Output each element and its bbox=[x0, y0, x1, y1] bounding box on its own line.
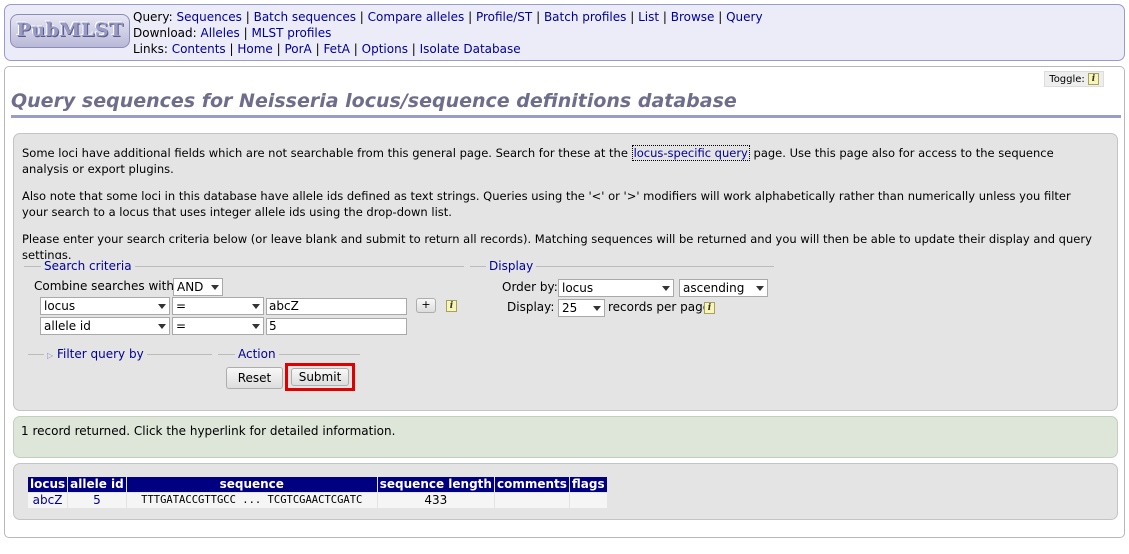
results-table: locus allele id sequence sequence length… bbox=[27, 476, 608, 509]
nav-profile-st[interactable]: Profile/ST bbox=[476, 10, 532, 24]
locus-link[interactable]: abcZ bbox=[28, 493, 68, 508]
links-label: Links: bbox=[133, 42, 168, 56]
info-icon[interactable]: i bbox=[704, 302, 715, 314]
allele-id-link[interactable]: 5 bbox=[68, 493, 126, 508]
info-icon[interactable]: i bbox=[1088, 73, 1099, 85]
action-fieldset: Action bbox=[218, 347, 360, 361]
display-fieldset: Display bbox=[470, 259, 774, 273]
intro-paragraph-1: Some loci have additional fields which a… bbox=[22, 145, 1097, 177]
column-header-comments[interactable]: comments bbox=[494, 477, 569, 492]
link-options[interactable]: Options bbox=[362, 42, 408, 56]
field-value-2: allele id bbox=[44, 319, 91, 333]
toggle-help[interactable]: Toggle: i bbox=[1044, 71, 1104, 87]
value-input-2[interactable]: 5 bbox=[266, 318, 407, 335]
triangle-right-icon: ▷ bbox=[47, 351, 54, 360]
combine-select[interactable]: AND bbox=[173, 278, 223, 296]
chevron-down-icon bbox=[158, 324, 166, 329]
order-direction-value: ascending bbox=[683, 281, 745, 295]
page-title: Query sequences for Neisseria locus/sequ… bbox=[11, 90, 1121, 118]
chevron-down-icon bbox=[158, 304, 166, 309]
links-line: Links: Contents | Home | PorA | FetA | O… bbox=[133, 42, 521, 56]
action-legend: Action bbox=[235, 347, 279, 361]
value-input-1[interactable]: abcZ bbox=[266, 298, 407, 315]
submit-button[interactable]: Submit bbox=[291, 368, 349, 386]
query-form-panel: Some loci have additional fields which a… bbox=[13, 133, 1118, 411]
link-contents[interactable]: Contents bbox=[172, 42, 226, 56]
query-links-line: Query: Sequences | Batch sequences | Com… bbox=[133, 10, 763, 24]
combine-label: Combine searches with: bbox=[34, 279, 178, 293]
result-message-panel: 1 record returned. Click the hyperlink f… bbox=[13, 416, 1118, 458]
query-label: Query: bbox=[133, 10, 173, 24]
field-select-2[interactable]: allele id bbox=[40, 317, 170, 335]
operator-value-2: = bbox=[176, 319, 187, 333]
chevron-down-icon bbox=[662, 286, 670, 291]
combine-value: AND bbox=[177, 280, 204, 294]
reset-button[interactable]: Reset bbox=[226, 367, 283, 389]
add-criteria-button[interactable]: + bbox=[416, 298, 436, 313]
order-by-label: Order by: bbox=[502, 280, 558, 294]
download-links-line: Download: Alleles | MLST profiles bbox=[133, 26, 332, 40]
order-direction-select[interactable]: ascending bbox=[679, 279, 768, 297]
records-per-page-select[interactable]: 25 bbox=[558, 299, 605, 317]
comments-cell bbox=[494, 493, 569, 508]
download-alleles[interactable]: Alleles bbox=[201, 26, 240, 40]
operator-select-1[interactable]: = bbox=[172, 297, 264, 315]
chevron-down-icon bbox=[593, 306, 601, 311]
link-pora[interactable]: PorA bbox=[284, 42, 311, 56]
filter-fieldset: ▷ Filter query by bbox=[28, 347, 212, 363]
nav-batch-profiles[interactable]: Batch profiles bbox=[544, 10, 626, 24]
column-header-flags[interactable]: flags bbox=[569, 477, 607, 492]
field-value-1: locus bbox=[44, 299, 76, 313]
column-header-locus[interactable]: locus bbox=[28, 477, 68, 492]
display-legend: Display bbox=[486, 259, 537, 273]
nav-browse[interactable]: Browse bbox=[671, 10, 715, 24]
header-bar: PubMLST Query: Sequences | Batch sequenc… bbox=[4, 4, 1125, 61]
chevron-down-icon bbox=[756, 286, 764, 291]
intro-text-1a: Some loci have additional fields which a… bbox=[22, 146, 632, 160]
operator-select-2[interactable]: = bbox=[172, 317, 264, 335]
records-per-page-label: records per page bbox=[608, 300, 711, 314]
sequence-cell: TTTGATACCGTTGCC ... TCGTCGAACTCGATC bbox=[126, 493, 377, 508]
toggle-label: Toggle: bbox=[1049, 74, 1085, 85]
submit-highlight: Submit bbox=[285, 363, 355, 391]
intro-paragraph-3: Please enter your search criteria below … bbox=[22, 232, 1092, 262]
field-select-1[interactable]: locus bbox=[40, 297, 170, 315]
records-per-page-value: 25 bbox=[562, 301, 578, 315]
nav-list[interactable]: List bbox=[638, 10, 659, 24]
search-criteria-fieldset: Search criteria bbox=[24, 259, 464, 273]
download-mlst-profiles[interactable]: MLST profiles bbox=[251, 26, 331, 40]
main-content: Toggle: i Query sequences for Neisseria … bbox=[4, 66, 1125, 538]
flags-cell bbox=[569, 493, 607, 508]
nav-compare-alleles[interactable]: Compare alleles bbox=[368, 10, 465, 24]
display-label: Display: bbox=[507, 300, 555, 314]
column-header-sequence[interactable]: sequence bbox=[126, 477, 377, 492]
pubmlst-logo[interactable]: PubMLST bbox=[10, 14, 130, 48]
order-by-select[interactable]: locus bbox=[558, 279, 674, 297]
chevron-down-icon bbox=[252, 304, 260, 309]
column-header-sequence-length[interactable]: sequence length bbox=[377, 477, 494, 492]
intro-paragraph-2: Also note that some loci in this databas… bbox=[22, 189, 1071, 219]
link-home[interactable]: Home bbox=[237, 42, 272, 56]
chevron-down-icon bbox=[211, 285, 219, 290]
sequence-length-cell: 433 bbox=[377, 493, 494, 508]
chevron-down-icon bbox=[252, 324, 260, 329]
filter-toggle[interactable]: ▷ Filter query by bbox=[44, 347, 147, 363]
filter-legend: Filter query by bbox=[56, 347, 144, 361]
nav-batch-sequences[interactable]: Batch sequences bbox=[254, 10, 356, 24]
operator-value-1: = bbox=[176, 299, 187, 313]
order-by-value: locus bbox=[562, 281, 594, 295]
search-criteria-legend: Search criteria bbox=[41, 259, 135, 273]
nav-query[interactable]: Query bbox=[726, 10, 762, 24]
table-row: abcZ 5 TTTGATACCGTTGCC ... TCGTCGAACTCGA… bbox=[28, 493, 607, 508]
link-isolate-database[interactable]: Isolate Database bbox=[420, 42, 521, 56]
result-message: 1 record returned. Click the hyperlink f… bbox=[21, 424, 396, 438]
download-label: Download: bbox=[133, 26, 197, 40]
column-header-allele-id[interactable]: allele id bbox=[68, 477, 126, 492]
nav-sequences[interactable]: Sequences bbox=[176, 10, 241, 24]
link-feta[interactable]: FetA bbox=[323, 42, 350, 56]
results-panel: locus allele id sequence sequence length… bbox=[13, 463, 1118, 520]
info-icon[interactable]: i bbox=[446, 300, 457, 312]
locus-specific-query-link[interactable]: locus-specific query bbox=[631, 145, 750, 161]
results-header-row: locus allele id sequence sequence length… bbox=[28, 477, 607, 492]
